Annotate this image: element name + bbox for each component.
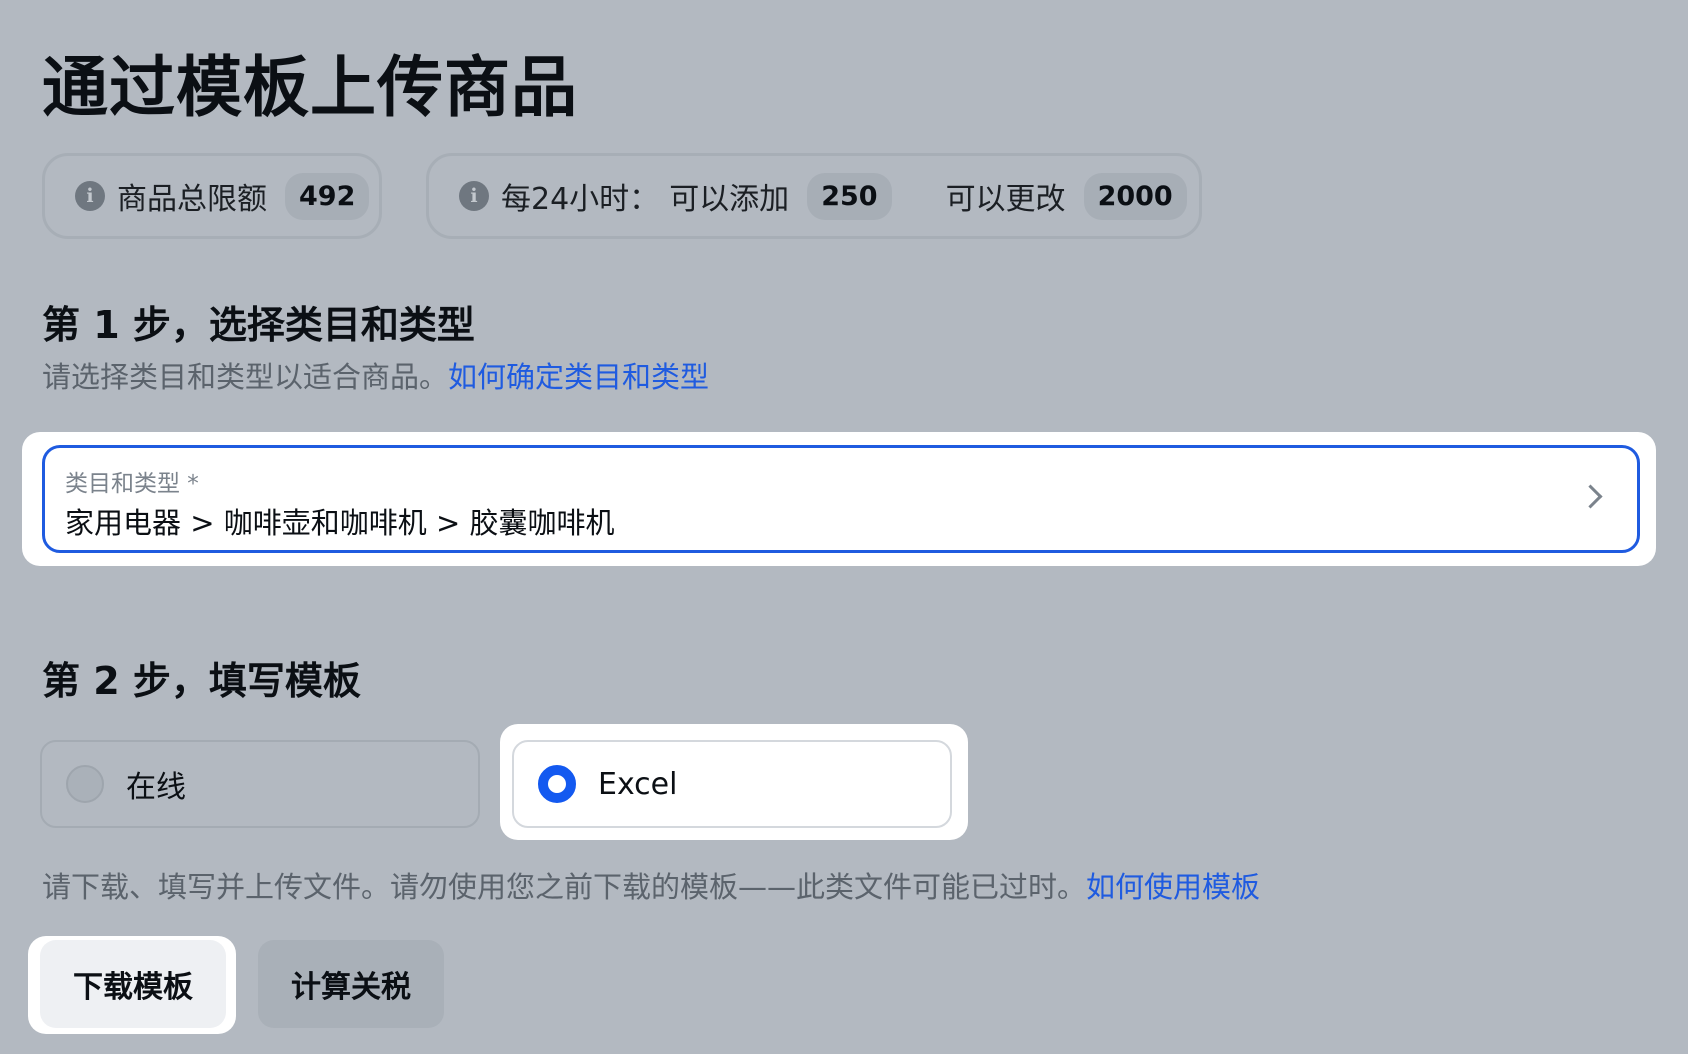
daily-quota-box: i 每24小时： 可以添加 250 可以更改 2000 xyxy=(426,153,1202,239)
step2-hint-text: 请下载、填写并上传文件。请勿使用您之前下载的模板——此类文件可能已过时。 xyxy=(42,870,1087,904)
step1-hint: 请选择类目和类型以适合商品。如何确定类目和类型 xyxy=(42,354,709,396)
step1-title: 第 1 步，选择类目和类型 xyxy=(42,303,475,347)
step2-hint: 请下载、填写并上传文件。请勿使用您之前下载的模板——此类文件可能已过时。如何使用… xyxy=(42,864,1260,906)
total-quota-label: 商品总限额 xyxy=(117,182,267,217)
info-icon[interactable]: i xyxy=(459,181,489,211)
download-template-button[interactable]: 下载模板 xyxy=(40,940,226,1028)
step2-title: 第 2 步，填写模板 xyxy=(42,659,361,703)
edit-quota-value: 2000 xyxy=(1083,172,1187,220)
category-field-label: 类目和类型 * xyxy=(65,471,199,497)
step1-hint-text: 请选择类目和类型以适合商品。 xyxy=(42,360,449,394)
option-online[interactable]: 在线 xyxy=(40,740,480,828)
category-field-value: 家用电器 > 咖啡壶和咖啡机 > 胶囊咖啡机 xyxy=(65,506,615,540)
daily-quota-label: 每24小时： xyxy=(501,182,660,217)
page-title: 通过模板上传商品 xyxy=(42,49,578,126)
total-quota-box: i 商品总限额 492 xyxy=(42,153,382,239)
total-quota-value: 492 xyxy=(285,172,370,220)
option-online-label: 在线 xyxy=(126,770,186,805)
chevron-right-icon xyxy=(1578,484,1603,509)
step1-help-link[interactable]: 如何确定类目和类型 xyxy=(448,360,709,394)
info-icon[interactable]: i xyxy=(75,181,105,211)
option-excel-label: Excel xyxy=(598,766,678,802)
add-quota-label: 可以添加 xyxy=(669,182,790,217)
option-excel[interactable]: Excel xyxy=(512,740,952,828)
radio-excel[interactable] xyxy=(538,765,576,803)
add-quota-value: 250 xyxy=(807,172,892,220)
step2-help-link[interactable]: 如何使用模板 xyxy=(1086,870,1260,904)
category-type-field[interactable]: 类目和类型 * 家用电器 > 咖啡壶和咖啡机 > 胶囊咖啡机 xyxy=(42,445,1640,553)
calculate-tariff-button[interactable]: 计算关税 xyxy=(258,940,444,1028)
edit-quota-label: 可以更改 xyxy=(945,182,1066,217)
radio-online[interactable] xyxy=(66,765,104,803)
